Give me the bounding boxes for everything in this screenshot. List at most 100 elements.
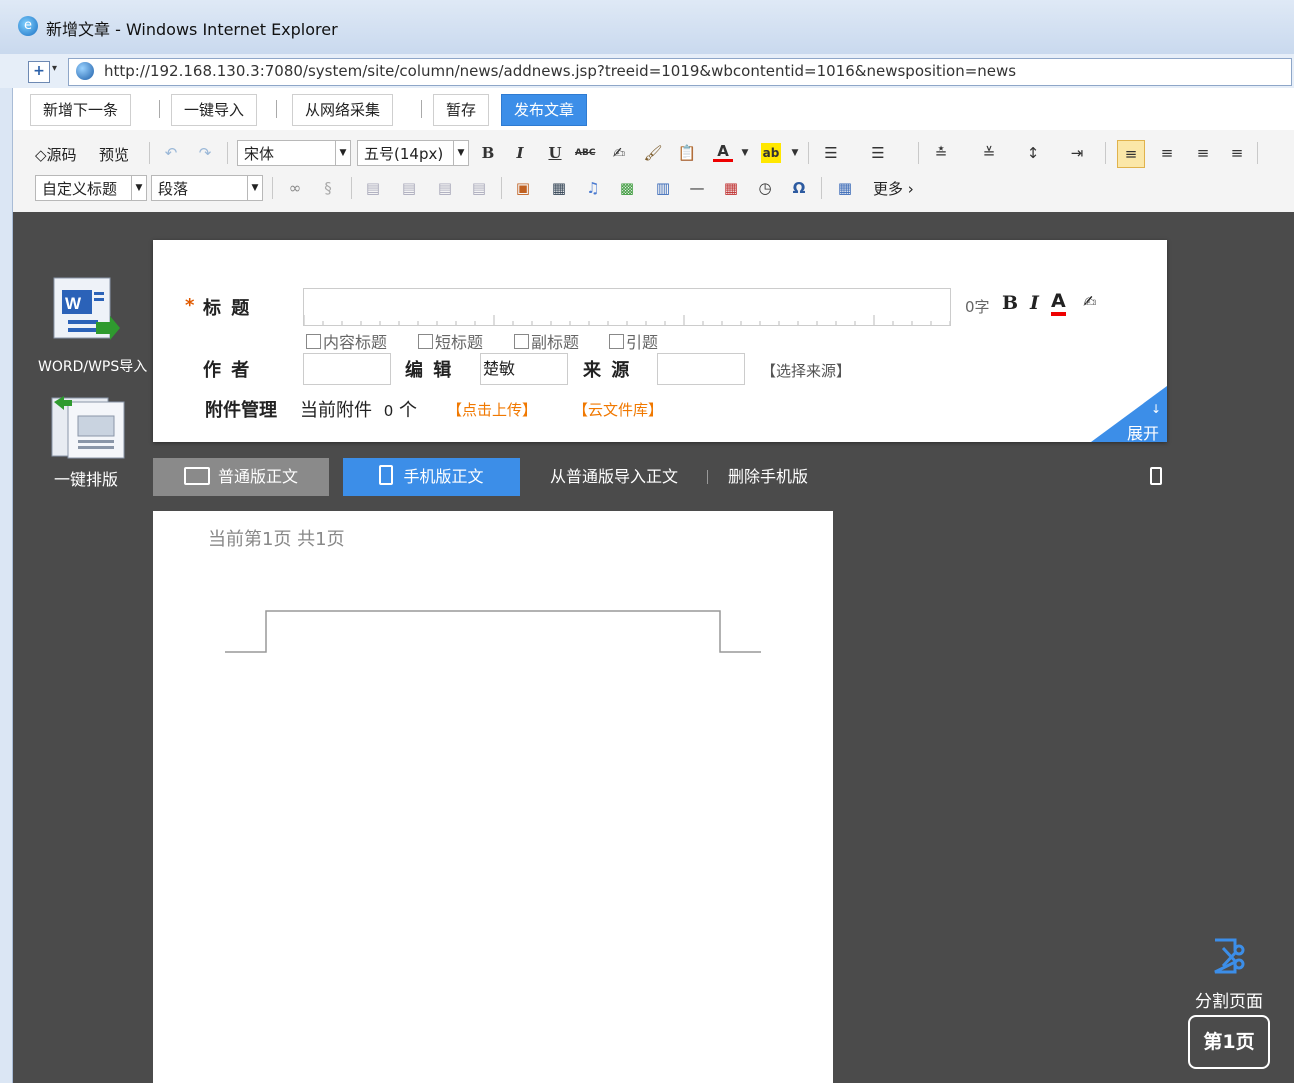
float-none-icon[interactable]: ▤	[399, 178, 419, 198]
one-click-layout-label[interactable]: 一键排版	[54, 466, 118, 490]
undo-icon[interactable]: ↶	[161, 143, 181, 163]
date-icon[interactable]: ▦	[721, 178, 741, 198]
indent-icon[interactable]: ⇥	[1067, 143, 1087, 163]
preview-button[interactable]: 预览	[99, 144, 129, 165]
table-icon[interactable]: ▦	[835, 178, 855, 198]
author-label: 作 者	[203, 360, 252, 381]
cloud-library-link[interactable]: 【云文件库】	[573, 399, 663, 420]
address-bar: + ▾ http://192.168.130.3:7080/system/sit…	[0, 54, 1294, 89]
underline-icon[interactable]: U	[545, 143, 565, 163]
italic-icon[interactable]: I	[510, 143, 530, 163]
format-painter-icon[interactable]: 🖌	[643, 143, 663, 163]
split-page-label[interactable]: 分割页面	[1195, 987, 1263, 1012]
title-color-icon[interactable]: A	[1051, 290, 1066, 316]
source-button[interactable]: ◇源码	[35, 144, 77, 165]
video-icon[interactable]: ▦	[549, 178, 569, 198]
title-input[interactable]	[303, 288, 951, 326]
chevron-down-icon: ▼	[247, 176, 262, 200]
tab-normal-body[interactable]: 普通版正文	[153, 458, 329, 496]
delete-mobile-link[interactable]: 删除手机版	[728, 458, 808, 496]
collect-button[interactable]: 从网络采集	[292, 94, 394, 126]
float-left-icon[interactable]: ▤	[363, 178, 383, 198]
checkbox-label: 副标题	[531, 333, 580, 352]
arrow-down-icon: ↓	[1151, 402, 1162, 416]
publish-button[interactable]: 发布文章	[501, 94, 588, 126]
separator	[351, 177, 352, 199]
checkbox-box[interactable]	[306, 334, 321, 349]
upload-link[interactable]: 【点击上传】	[447, 399, 537, 420]
source-label: 来 源	[583, 360, 632, 381]
action-bar: 新增下一条 一键导入 从网络采集 暂存 发布文章	[13, 88, 1294, 131]
time-icon[interactable]: ◷	[755, 178, 775, 198]
template-icon[interactable]: ▥	[653, 178, 673, 198]
float-right-icon[interactable]: ▤	[435, 178, 455, 198]
highlight-icon[interactable]: ab	[761, 143, 781, 163]
select-source-link[interactable]: 【选择来源】	[761, 360, 851, 381]
custom-heading-select[interactable]: 自定义标题 ▼	[35, 175, 147, 201]
map-icon[interactable]: ▩	[617, 178, 637, 198]
title-char-count: 0字	[965, 298, 990, 316]
paste-text-icon[interactable]: 📋	[677, 143, 697, 163]
unordered-list-icon[interactable]: ☰	[868, 143, 888, 163]
checkbox-content-title[interactable]: 内容标题	[306, 329, 387, 353]
align-justify-icon[interactable]: ≡	[1227, 143, 1247, 163]
align-center-icon[interactable]: ≡	[1157, 143, 1177, 163]
chevron-down-icon[interactable]: ▼	[735, 143, 755, 163]
music-icon[interactable]: ♫	[583, 178, 603, 198]
separator	[159, 100, 160, 118]
paragraph-spacing-top-icon[interactable]: ≛	[931, 143, 951, 163]
save-draft-button[interactable]: 暂存	[433, 94, 490, 126]
title-bold-icon[interactable]: B	[1002, 292, 1018, 314]
link-icon[interactable]: ∞	[285, 178, 305, 198]
checkbox-short-title[interactable]: 短标题	[418, 329, 483, 353]
ordered-list-icon[interactable]: ☰	[821, 143, 841, 163]
title-spellcheck-icon[interactable]: ✍	[1083, 292, 1096, 311]
editor-input[interactable]: 楚敏	[480, 353, 568, 385]
spellcheck-icon[interactable]: ✍	[609, 143, 629, 163]
paragraph-select[interactable]: 段落 ▼	[151, 175, 263, 201]
clipboard-icon[interactable]	[1150, 467, 1162, 485]
image-icon[interactable]: ▣	[513, 178, 533, 198]
tab-mobile-body[interactable]: 手机版正文	[343, 458, 520, 496]
strikethrough-icon[interactable]: ABC	[575, 143, 595, 163]
align-right-icon[interactable]: ≡	[1193, 143, 1213, 163]
unlink-icon[interactable]: §	[318, 178, 338, 198]
checkbox-box[interactable]	[609, 334, 624, 349]
font-color-icon[interactable]: A	[713, 141, 733, 162]
title-italic-icon[interactable]: I	[1030, 292, 1039, 314]
chevron-down-icon: ▼	[453, 141, 468, 165]
special-char-icon[interactable]: Ω	[789, 178, 809, 198]
word-import-label[interactable]: WORD/WPS导入	[38, 356, 147, 376]
import-button[interactable]: 一键导入	[171, 94, 258, 126]
author-input[interactable]	[303, 353, 391, 385]
split-page-icon[interactable]	[1209, 936, 1249, 976]
word-import-icon[interactable]: W	[52, 276, 124, 344]
one-click-layout-icon[interactable]	[50, 392, 126, 460]
font-family-select[interactable]: 宋体 ▼	[237, 140, 351, 166]
new-tab-icon[interactable]: +	[28, 61, 50, 83]
redo-icon[interactable]: ↷	[195, 143, 215, 163]
title-label-text: 标 题	[203, 298, 252, 319]
source-input[interactable]	[657, 353, 745, 385]
checkbox-lead-title[interactable]: 引题	[609, 329, 658, 353]
separator	[276, 100, 277, 118]
mobile-page-canvas[interactable]: 当前第1页 共1页	[153, 511, 833, 1083]
horizontal-rule-icon[interactable]: —	[687, 178, 707, 198]
paragraph-spacing-bottom-icon[interactable]: ≚	[979, 143, 999, 163]
checkbox-box[interactable]	[418, 334, 433, 349]
align-left-icon[interactable]: ≡	[1117, 140, 1145, 168]
chevron-down-icon[interactable]: ▼	[785, 143, 805, 163]
add-next-button[interactable]: 新增下一条	[30, 94, 132, 126]
float-center-icon[interactable]: ▤	[469, 178, 489, 198]
chevron-down-icon[interactable]: ▾	[52, 63, 57, 74]
page-1-button[interactable]: 第1页	[1188, 1015, 1270, 1069]
expand-button[interactable]: ↓ 展开	[1091, 386, 1167, 443]
import-from-normal-link[interactable]: 从普通版导入正文	[550, 458, 678, 496]
font-size-select[interactable]: 五号(14px) ▼	[357, 140, 469, 166]
checkbox-subtitle[interactable]: 副标题	[514, 329, 579, 353]
bold-icon[interactable]: B	[478, 143, 498, 163]
line-height-icon[interactable]: ↕	[1023, 143, 1043, 163]
checkbox-box[interactable]	[514, 334, 529, 349]
url-text[interactable]: http://192.168.130.3:7080/system/site/co…	[104, 62, 1016, 80]
more-button[interactable]: 更多 ›	[873, 178, 914, 199]
